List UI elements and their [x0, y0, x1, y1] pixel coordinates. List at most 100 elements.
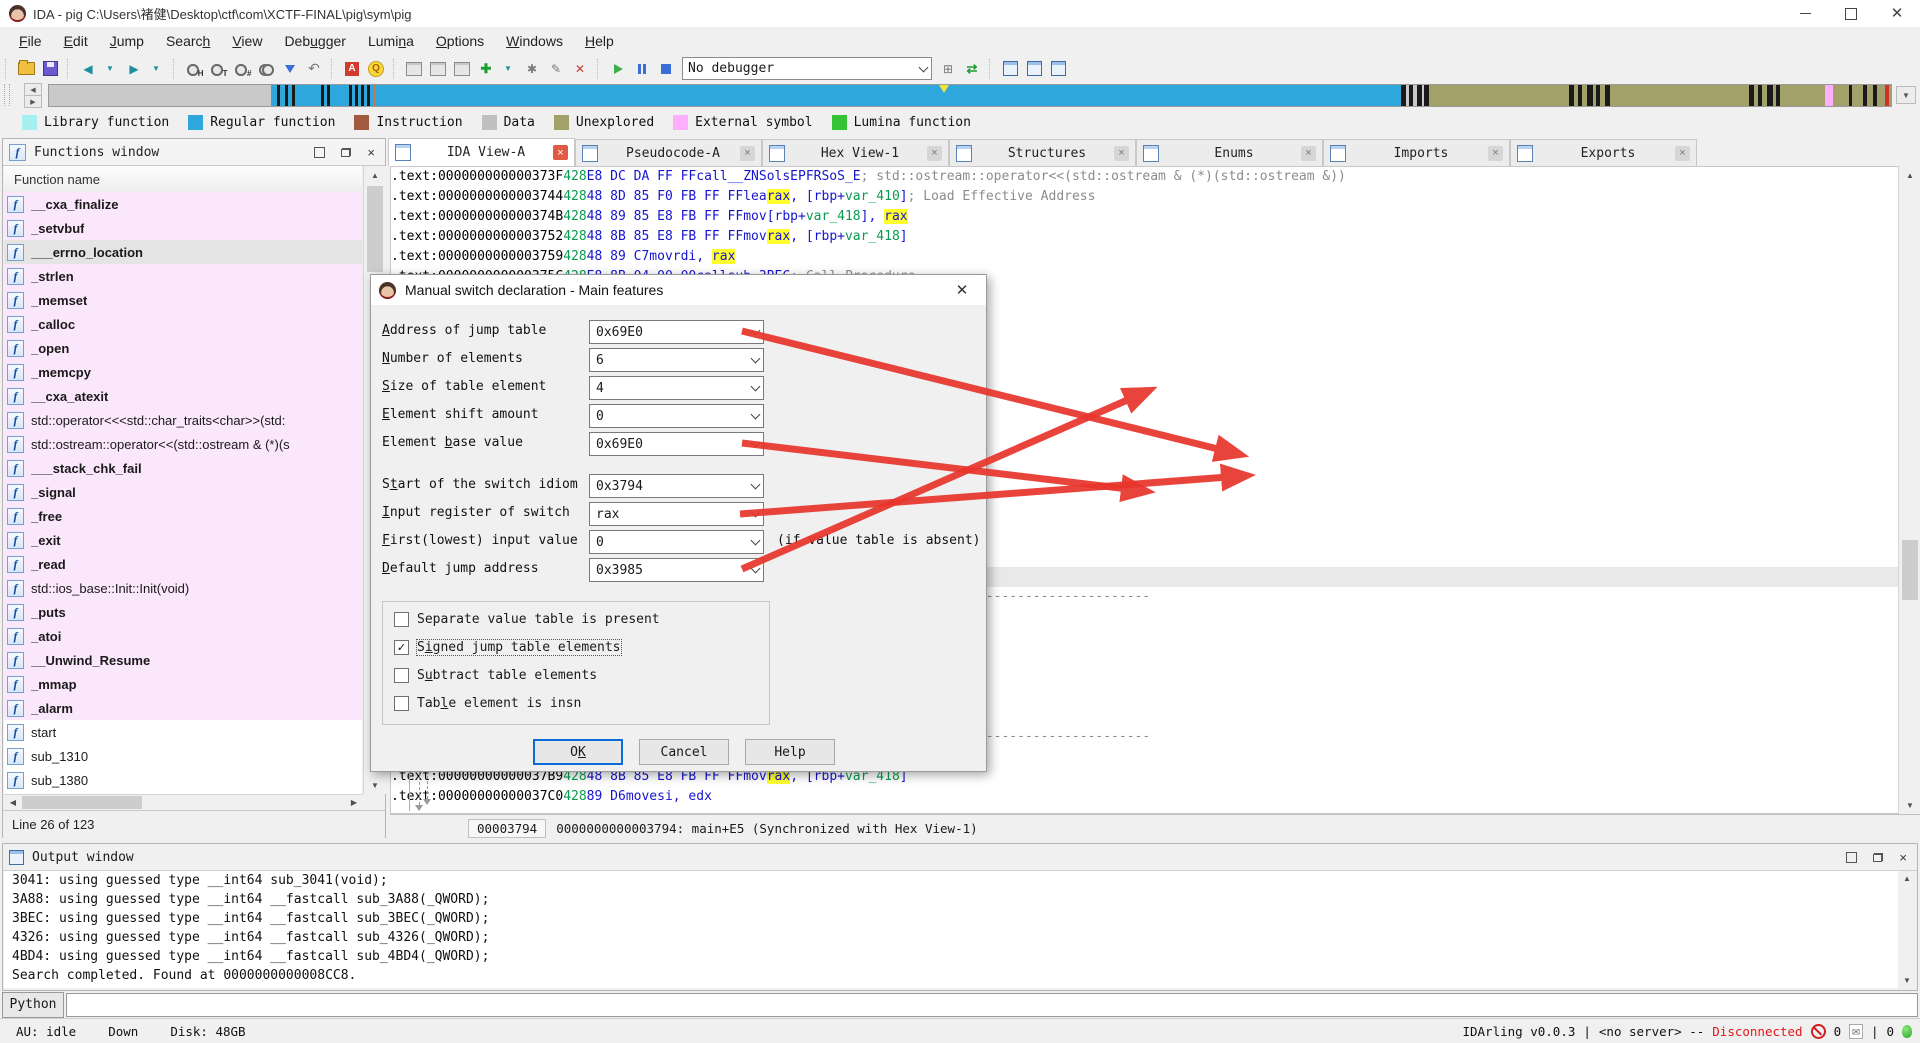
functions-hscroll-thumb[interactable] [22, 796, 142, 809]
python-command-input[interactable] [66, 993, 1918, 1017]
functions-maximize-icon[interactable] [314, 147, 325, 158]
ok-button[interactable]: OK [533, 739, 623, 765]
functions-scroll-right-icon[interactable]: ▶ [347, 796, 361, 809]
function-list-item[interactable]: fsub_1310 [4, 744, 362, 768]
combo-dropdown-icon[interactable] [747, 475, 763, 497]
menu-edit[interactable]: Edit [53, 33, 99, 49]
debug-start-icon[interactable] [606, 58, 630, 80]
navigate-forward-icon[interactable]: ▶ [122, 58, 146, 80]
undo-icon[interactable]: ↶ [302, 58, 326, 80]
dialog-combo-address-of-jump-table[interactable]: 0x69E0 [589, 320, 764, 344]
checkbox-subtract-table-elements[interactable]: Subtract table elements [394, 666, 597, 684]
function-list-item[interactable]: f_signal [4, 480, 362, 504]
menu-view[interactable]: View [221, 33, 273, 49]
make-data-icon[interactable] [426, 58, 450, 80]
combo-dropdown-icon[interactable] [747, 531, 763, 553]
function-list-item[interactable]: f_atoi [4, 624, 362, 648]
output-window-titlebar[interactable]: Output window × [3, 844, 1917, 871]
combo-dropdown-icon[interactable] [747, 321, 763, 343]
output-vscrollbar[interactable]: ▲ ▼ [1898, 871, 1916, 988]
function-list-item[interactable]: f_setvbuf [4, 216, 362, 240]
function-list-item[interactable]: f___errno_location [4, 240, 362, 264]
tab-close-icon[interactable]: × [1488, 146, 1503, 161]
maximize-button[interactable] [1828, 0, 1874, 27]
tab-hex-view-1[interactable]: Hex View-1× [762, 139, 949, 166]
function-list-item[interactable]: f_memcpy [4, 360, 362, 384]
disasm-scroll-up-icon[interactable]: ▲ [1902, 168, 1918, 182]
menu-options[interactable]: Options [425, 33, 495, 49]
help-button[interactable]: Help [745, 739, 835, 765]
close-button[interactable]: ✕ [1874, 0, 1920, 27]
checkbox-separate-value-table-is-present[interactable]: Separate value table is present [394, 610, 660, 628]
functions-scroll-down-icon[interactable]: ▼ [367, 778, 383, 792]
tab-structures[interactable]: Structures× [949, 139, 1136, 166]
tab-close-icon[interactable]: × [740, 146, 755, 161]
menu-lumina[interactable]: Lumina [357, 33, 425, 49]
dialog-combo-size-of-table-element[interactable]: 4 [589, 376, 764, 400]
make-code-icon[interactable] [402, 58, 426, 80]
cancel-button[interactable]: Cancel [639, 739, 729, 765]
question-icon[interactable]: Q [364, 58, 388, 80]
disasm-line[interactable]: .text:000000000000374B42848 89 85 E8 FB … [391, 207, 1898, 227]
function-list-item[interactable]: f__cxa_finalize [4, 192, 362, 216]
disasm-scroll-down-icon[interactable]: ▼ [1902, 798, 1918, 812]
function-list-item[interactable]: fstd::ostream::operator<<(std::ostream &… [4, 432, 362, 456]
search-binary-icon[interactable] [254, 58, 278, 80]
band-drag-handle[interactable] [4, 84, 10, 106]
tab-enums[interactable]: Enums× [1136, 139, 1323, 166]
function-list-item[interactable]: fstd::ios_base::Init::Init(void) [4, 576, 362, 600]
tab-pseudocode-a[interactable]: Pseudocode-A× [575, 139, 762, 166]
function-list-item[interactable]: fstd::operator<<<std::char_traits<char>>… [4, 408, 362, 432]
functions-float-icon[interactable] [341, 148, 351, 157]
menu-search[interactable]: Search [155, 33, 221, 49]
debugger-dropdown-icon[interactable] [915, 58, 931, 79]
checkbox-table-element-is-insn[interactable]: Table element is insn [394, 694, 581, 712]
tab-close-icon[interactable]: × [1301, 146, 1316, 161]
function-dropdown-icon[interactable]: ▼ [496, 58, 520, 80]
function-list-item[interactable]: f_alarm [4, 696, 362, 720]
checkbox-box-icon[interactable] [394, 612, 409, 627]
function-list-item[interactable]: f_strlen [4, 264, 362, 288]
tab-close-icon[interactable]: × [553, 145, 568, 160]
tab-close-icon[interactable]: × [1675, 146, 1690, 161]
navigation-band[interactable] [48, 84, 1892, 107]
edit-function-icon[interactable]: ✱ [520, 58, 544, 80]
output-log[interactable]: 3041: using guessed type __int64 sub_304… [4, 871, 1901, 988]
checkbox-box-icon[interactable]: ✓ [394, 640, 409, 655]
function-list-item[interactable]: fstart [4, 720, 362, 744]
disasm-vscrollbar[interactable]: ▲ ▼ [1898, 166, 1920, 814]
menu-windows[interactable]: Windows [495, 33, 574, 49]
function-list-item[interactable]: f__Unwind_Resume [4, 648, 362, 672]
mail-icon[interactable]: ✉ [1849, 1024, 1863, 1039]
output-close-icon[interactable]: × [1899, 853, 1907, 862]
delete-function-icon[interactable]: ✕ [568, 58, 592, 80]
problem-flag-icon[interactable]: A [340, 58, 364, 80]
dialog-close-icon[interactable]: ✕ [950, 280, 974, 300]
minimize-button[interactable] [1782, 0, 1828, 27]
functions-scroll-left-icon[interactable]: ◀ [6, 796, 20, 809]
function-list-item[interactable]: f_free [4, 504, 362, 528]
tab-close-icon[interactable]: × [927, 146, 942, 161]
forward-dropdown-icon[interactable]: ▼ [144, 58, 168, 80]
search-names-icon[interactable]: H [182, 58, 206, 80]
back-dropdown-icon[interactable]: ▼ [98, 58, 122, 80]
dialog-combo-default-jump-address[interactable]: 0x3985 [589, 558, 764, 582]
attach-process-icon[interactable]: ⊞ [936, 58, 960, 80]
breakpoint-list-icon[interactable] [998, 58, 1022, 80]
disasm-line[interactable]: .text:000000000000375942848 89 C7movrdi,… [391, 247, 1898, 267]
functions-scroll-up-icon[interactable]: ▲ [367, 168, 383, 182]
functions-vscroll-thumb[interactable] [367, 186, 383, 272]
checkbox-signed-jump-table-elements[interactable]: ✓Signed jump table elements [394, 638, 621, 656]
combo-dropdown-icon[interactable] [747, 503, 763, 525]
search-text-icon[interactable]: T [206, 58, 230, 80]
watch-list-icon[interactable] [1022, 58, 1046, 80]
menu-file[interactable]: File [8, 33, 53, 49]
functions-close-icon[interactable]: × [367, 148, 375, 157]
checkbox-box-icon[interactable] [394, 696, 409, 711]
tab-ida-view-a[interactable]: IDA View-A× [388, 138, 575, 166]
combo-dropdown-icon[interactable] [747, 377, 763, 399]
combo-dropdown-icon[interactable] [747, 559, 763, 581]
jump-down-icon[interactable] [278, 58, 302, 80]
functions-window-titlebar[interactable]: f Functions window × [3, 139, 385, 166]
trace-window-icon[interactable] [1046, 58, 1070, 80]
